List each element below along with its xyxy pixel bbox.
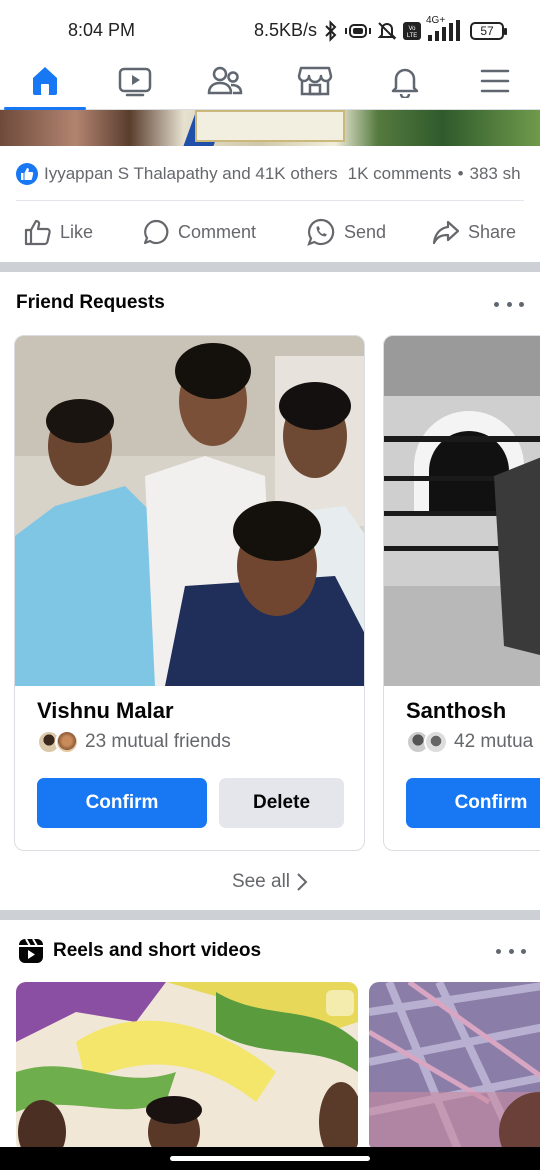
whatsapp-icon	[307, 218, 335, 246]
confirm-button[interactable]: Confirm	[37, 778, 207, 828]
top-nav-bar	[0, 52, 540, 110]
reel-thumbnail[interactable]	[16, 982, 358, 1152]
network-speed: 8.5KB/s	[254, 20, 318, 40]
share-icon	[432, 220, 460, 245]
nav-menu[interactable]	[450, 52, 540, 110]
chevron-right-icon	[297, 873, 308, 891]
reactions-count[interactable]: Iyyappan S Thalapathy and 41K others	[44, 164, 338, 184]
svg-text:LTE: LTE	[407, 33, 418, 39]
volte-icon: VoLTE	[403, 22, 421, 40]
send-button[interactable]: Send	[306, 208, 386, 256]
mutual-friends: 23 mutual friends	[37, 728, 231, 756]
comment-icon	[143, 219, 169, 245]
signal-icon: 4G+	[426, 15, 466, 43]
send-label: Send	[344, 221, 387, 242]
mute-icon	[377, 22, 397, 40]
notifications-icon	[391, 68, 419, 98]
comments-count[interactable]: 1K comments	[348, 164, 452, 184]
vibrate-icon	[345, 24, 371, 38]
reel-thumbnail[interactable]	[369, 982, 540, 1152]
video-icon	[118, 67, 152, 97]
like-reaction-icon	[16, 163, 38, 185]
bluetooth-icon	[325, 20, 337, 42]
friend-name[interactable]: Santhosh	[406, 698, 506, 724]
divider	[16, 200, 524, 201]
status-bar: 8:04 PM 8.5KB/s Vo LTE 4G+ 57	[0, 0, 540, 52]
share-button[interactable]: Share	[432, 208, 516, 256]
status-time: 8:04 PM	[68, 20, 136, 40]
reels-more-button[interactable]	[496, 941, 526, 961]
status-icons: Vo LTE 4G+	[322, 15, 466, 46]
like-label: Like	[60, 221, 94, 242]
marketplace-icon	[297, 66, 333, 96]
confirm-button[interactable]: Confirm	[406, 778, 540, 828]
battery-icon: 57	[470, 22, 507, 40]
home-gesture-handle[interactable]	[170, 1156, 370, 1161]
mutual-friends: 42 mutua	[406, 728, 533, 756]
friend-request-card[interactable]: Santhosh 42 mutua Confirm	[383, 335, 540, 851]
nav-video[interactable]	[90, 52, 180, 110]
mutual-friends-label: 23 mutual friends	[85, 731, 231, 752]
reels-icon	[19, 938, 43, 963]
home-icon	[33, 67, 57, 95]
see-all-link[interactable]: See all	[0, 868, 540, 896]
post-photo[interactable]	[0, 110, 540, 146]
section-separator	[0, 910, 540, 920]
post-actions: Like Comment Send Share	[0, 208, 540, 256]
mutual-friend-avatar	[55, 730, 79, 754]
mutual-friends-label: 42 mutua	[454, 731, 534, 752]
nav-home[interactable]	[0, 52, 90, 110]
friend-request-card[interactable]: Vishnu Malar 23 mutual friends Confirm D…	[14, 335, 365, 851]
shares-count[interactable]: 383 sh	[470, 164, 521, 184]
post-stats[interactable]: Iyyappan S Thalapathy and 41K others 1K …	[16, 160, 540, 188]
friend-name[interactable]: Vishnu Malar	[37, 698, 174, 724]
section-separator	[0, 262, 540, 272]
delete-button[interactable]: Delete	[219, 778, 344, 828]
nav-marketplace[interactable]	[270, 52, 360, 110]
comment-button[interactable]: Comment	[142, 208, 256, 256]
like-icon	[24, 219, 51, 246]
svg-text:Vo: Vo	[408, 26, 416, 32]
friend-photo[interactable]	[15, 336, 364, 686]
like-button[interactable]: Like	[24, 208, 93, 256]
friend-requests-more-button[interactable]	[494, 294, 524, 314]
friends-icon	[207, 66, 243, 95]
share-label: Share	[468, 221, 517, 242]
mutual-friend-avatar	[424, 730, 448, 754]
nav-friends[interactable]	[180, 52, 270, 110]
friend-photo[interactable]	[384, 336, 540, 686]
friend-requests-title: Friend Requests	[16, 292, 165, 313]
reels-title: Reels and short videos	[53, 940, 262, 961]
nav-notifications[interactable]	[360, 52, 450, 110]
comment-label: Comment	[178, 221, 257, 242]
menu-icon	[480, 69, 510, 93]
see-all-label[interactable]: See all	[232, 871, 290, 893]
